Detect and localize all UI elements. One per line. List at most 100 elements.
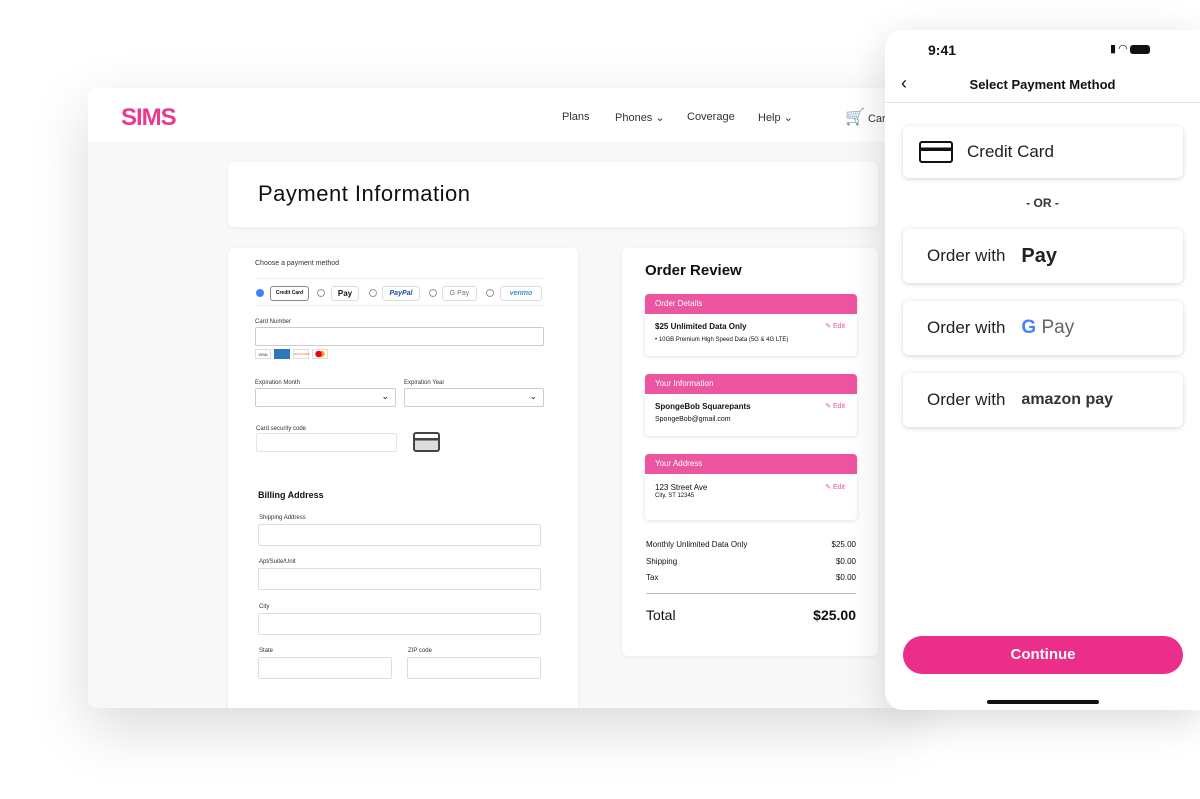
apt-input[interactable] <box>258 568 541 590</box>
card-brands: VISA AMEX DISCOVER MC <box>255 349 328 359</box>
address-line2: City, ST 12345 <box>655 493 695 499</box>
google-pay-logo: G Pay <box>1021 317 1074 339</box>
method-google-pay[interactable]: G Pay <box>442 286 477 301</box>
radio-credit-card[interactable] <box>256 289 264 297</box>
method-credit-card[interactable]: Credit Card <box>270 286 309 301</box>
your-address-section: Your Address 123 Street Ave City, ST 123… <box>645 454 857 520</box>
line-item: Tax $0.00 <box>646 573 856 582</box>
edit-order-button[interactable]: ✎ Edit <box>825 322 845 330</box>
nav-phones[interactable]: Phones ⌄ <box>615 111 665 124</box>
divider <box>646 593 856 594</box>
choose-method-label: Choose a payment method <box>255 260 340 267</box>
logo[interactable]: SIMS <box>121 104 177 132</box>
payment-form: Choose a payment method Credit Card Pay … <box>228 248 578 708</box>
order-with-label: Order with <box>927 390 1006 409</box>
city-label: City <box>259 604 270 610</box>
discover-icon: DISCOVER <box>293 349 310 359</box>
state-input[interactable] <box>258 657 392 679</box>
line-value: $0.00 <box>835 557 856 566</box>
credit-card-icon <box>919 141 953 163</box>
apple-pay-option[interactable]: Order with Pay <box>903 229 1183 283</box>
section-header: Order Details <box>645 294 857 314</box>
wifi-icon: ◠ <box>1118 43 1130 55</box>
site-header: SIMS Plans Phones ⌄ Coverage Help ⌄ 🛒 Ca… <box>88 88 908 142</box>
line-value: $0.00 <box>835 573 856 582</box>
shipping-input[interactable] <box>258 524 541 546</box>
line-label: Monthly Unlimited Data Only <box>646 540 748 549</box>
edit-label: Edit <box>832 323 845 330</box>
chevron-down-icon: ⌄ <box>655 112 665 124</box>
nav-help[interactable]: Help ⌄ <box>758 111 793 124</box>
method-venmo[interactable]: venmo <box>500 286 542 301</box>
nav-cart[interactable]: 🛒 Cart <box>845 107 889 127</box>
city-input[interactable] <box>258 613 541 635</box>
exp-year-select[interactable]: ⌄ <box>404 388 544 407</box>
radio-apple-pay[interactable] <box>317 289 325 297</box>
cart-icon: 🛒 <box>845 109 865 126</box>
line-label: Shipping <box>646 557 678 566</box>
battery-icon <box>1129 44 1150 54</box>
zip-input[interactable] <box>407 657 541 679</box>
order-with-label: Order with <box>927 246 1006 265</box>
radio-paypal[interactable] <box>369 289 377 297</box>
nav-phones-label: Phones <box>615 112 653 124</box>
method-paypal[interactable]: PayPal <box>382 286 420 301</box>
card-number-label: Card Number <box>255 319 292 325</box>
credit-card-label: Credit Card <box>967 142 1054 161</box>
mastercard-icon: MC <box>312 349 328 359</box>
page-title: Payment Information <box>258 181 471 206</box>
line-item: Shipping $0.00 <box>646 557 856 566</box>
cvc-input[interactable] <box>256 433 397 452</box>
edit-info-button[interactable]: ✎ Edit <box>825 402 845 410</box>
plan-feature: 10GB Premium High Speed Data (5G & 4G LT… <box>658 337 789 343</box>
section-header: Your Address <box>645 454 857 474</box>
billing-title: Billing Address <box>258 490 324 500</box>
screen-title: Select Payment Method <box>969 77 1116 92</box>
home-indicator <box>987 700 1099 704</box>
status-icons: ▮◠ <box>1110 42 1150 55</box>
order-details-section: Order Details $25 Unlimited Data Only • … <box>645 294 857 356</box>
nav-coverage[interactable]: Coverage <box>687 111 735 123</box>
line-label: Tax <box>646 573 659 582</box>
or-divider: - OR - <box>1026 196 1059 210</box>
desktop-window: SIMS Plans Phones ⌄ Coverage Help ⌄ 🛒 Ca… <box>88 88 908 708</box>
chevron-down-icon: ⌄ <box>783 112 793 124</box>
amazon-pay-option[interactable]: Order with amazon pay <box>903 373 1183 427</box>
google-pay-option[interactable]: Order with G Pay <box>903 301 1183 355</box>
address-line1: 123 Street Ave <box>655 483 708 492</box>
exp-month-label: Expiration Month <box>255 380 301 386</box>
edit-label: Edit <box>832 484 845 491</box>
apple-pay-label: Pay <box>337 289 353 298</box>
plan-name: $25 Unlimited Data Only <box>655 322 747 331</box>
continue-button[interactable]: Continue <box>903 636 1183 674</box>
method-apple-pay[interactable]: Pay <box>331 286 359 301</box>
edit-address-button[interactable]: ✎ Edit <box>825 483 845 491</box>
exp-month-select[interactable]: ⌄ <box>255 388 396 407</box>
chevron-down-icon: ⌄ <box>381 391 389 401</box>
order-with-label: Order with <box>927 318 1006 337</box>
signal-icon: ▮ <box>1110 43 1119 55</box>
amex-icon: AMEX <box>274 349 290 359</box>
google-g-icon: G <box>1021 317 1037 338</box>
customer-email: SpongeBob@gmail.com <box>655 416 731 423</box>
apple-pay-logo: Pay <box>1021 245 1057 268</box>
your-information-section: Your Information SpongeBob Squarepants S… <box>645 374 857 436</box>
credit-card-option[interactable]: Credit Card <box>903 126 1183 178</box>
cvc-label: Card security code <box>256 426 307 432</box>
title-card: Payment Information <box>228 162 878 227</box>
google-pay-text: Pay <box>1041 317 1075 338</box>
nav-plans[interactable]: Plans <box>562 111 590 123</box>
section-header: Your Information <box>645 374 857 394</box>
state-label: State <box>259 648 274 654</box>
chevron-down-icon: ⌄ <box>529 391 537 401</box>
shipping-label: Shipping Address <box>259 515 306 521</box>
edit-label: Edit <box>832 403 845 410</box>
apple-pay-text: Pay <box>1021 244 1058 267</box>
mobile-screen: 9:41 ▮◠ ‹ Select Payment Method Credit C… <box>885 30 1200 710</box>
card-cvc-icon <box>413 432 440 452</box>
card-number-input[interactable] <box>255 327 544 346</box>
total-row: Total $25.00 <box>646 607 856 623</box>
radio-google-pay[interactable] <box>429 289 437 297</box>
customer-name: SpongeBob Squarepants <box>655 402 751 411</box>
radio-venmo[interactable] <box>486 289 494 297</box>
